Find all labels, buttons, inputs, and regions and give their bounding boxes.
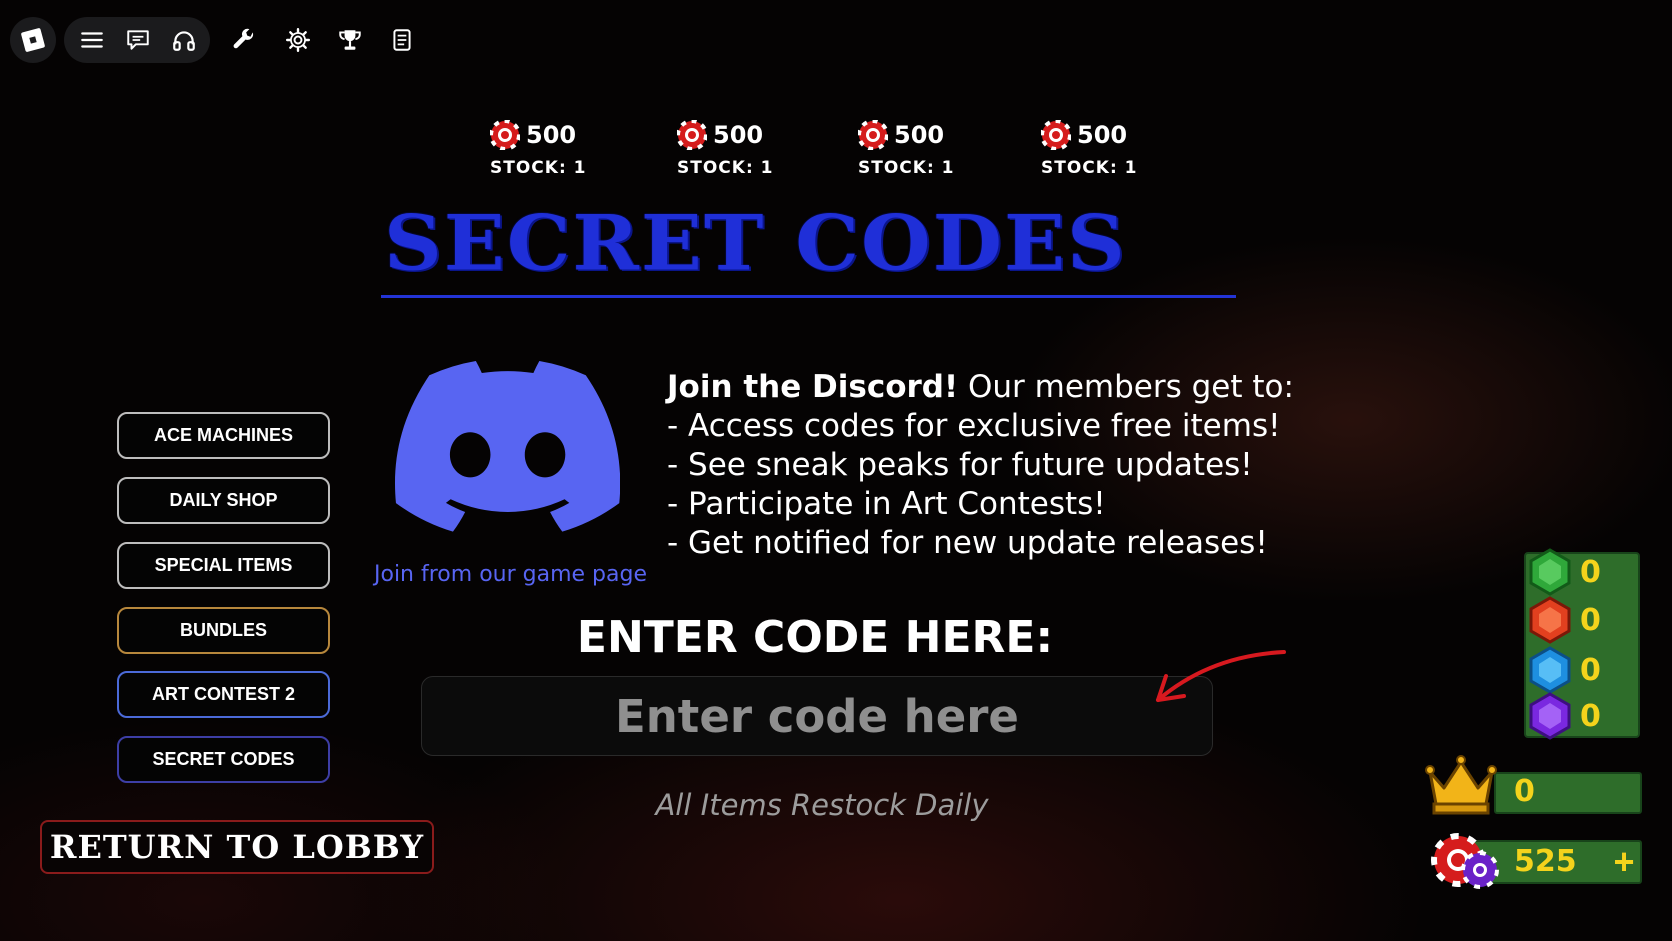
menu-button-special-items[interactable]: SPECIAL ITEMS <box>117 542 330 589</box>
green-gem-icon <box>1529 548 1571 596</box>
discord-headline-bold: Join the Discord! <box>667 369 959 405</box>
discord-logo-icon[interactable] <box>395 360 620 532</box>
menu-button-art-contest-2[interactable]: ART CONTEST 2 <box>117 671 330 718</box>
scroll-icon[interactable] <box>386 24 418 56</box>
blue-gem-icon <box>1529 646 1571 694</box>
gear-icon[interactable] <box>282 24 314 56</box>
code-input[interactable] <box>422 676 1212 756</box>
reward-stock: STOCK: 1 <box>677 158 774 178</box>
trophy-icon[interactable] <box>334 24 366 56</box>
reward-item[interactable]: 500 STOCK: 1 <box>858 120 978 178</box>
headphones-icon[interactable] <box>168 24 200 56</box>
wrench-icon[interactable] <box>228 24 260 56</box>
roblox-logo-icon <box>20 27 46 53</box>
casino-chips-icon <box>1431 833 1499 889</box>
discord-perk: - Participate in Art Contests! <box>667 486 1106 522</box>
roblox-menu-button[interactable] <box>10 17 56 63</box>
reward-item[interactable]: 500 STOCK: 1 <box>490 120 610 178</box>
menu-icon[interactable] <box>76 24 108 56</box>
discord-perk: - See sneak peaks for future updates! <box>667 447 1253 483</box>
gem-count: 0 <box>1580 652 1601 688</box>
gem-count: 0 <box>1580 602 1601 638</box>
menu-button-ace-machines[interactable]: ACE MACHINES <box>117 412 330 459</box>
add-chips-button[interactable]: + <box>1608 841 1640 882</box>
gem-count: 0 <box>1580 554 1601 590</box>
crown-icon <box>1425 755 1497 815</box>
page-title: SECRET CODES <box>384 198 1127 288</box>
gem-counter-purple: 0 <box>1524 692 1644 740</box>
casino-chip-icon <box>677 120 707 150</box>
casino-chip-icon <box>490 120 520 150</box>
reward-amount: 500 <box>526 121 577 149</box>
title-divider <box>381 295 1236 298</box>
menu-button-daily-shop[interactable]: DAILY SHOP <box>117 477 330 524</box>
red-gem-icon <box>1529 596 1571 644</box>
return-to-lobby-button[interactable]: RETURN TO LOBBY <box>40 820 434 874</box>
menu-button-secret-codes[interactable]: SECRET CODES <box>117 736 330 783</box>
enter-code-label: ENTER CODE HERE: <box>576 612 1054 663</box>
discord-perk: - Access codes for exclusive free items! <box>667 408 1281 444</box>
casino-chip-icon <box>1041 120 1071 150</box>
reward-stock: STOCK: 1 <box>858 158 955 178</box>
chat-icon[interactable] <box>122 24 154 56</box>
code-input-box[interactable] <box>421 676 1213 756</box>
gem-counter-green: 0 <box>1524 548 1644 596</box>
crown-count: 0 <box>1514 774 1535 809</box>
gem-counter-blue: 0 <box>1524 646 1644 694</box>
reward-amount: 500 <box>1077 121 1128 149</box>
reward-amount: 500 <box>713 121 764 149</box>
chip-count: 525 <box>1514 844 1577 879</box>
reward-stock: STOCK: 1 <box>1041 158 1138 178</box>
reward-amount: 500 <box>894 121 945 149</box>
discord-perks: Join the Discord! Our members get to: - … <box>667 368 1294 563</box>
reward-stock: STOCK: 1 <box>490 158 587 178</box>
discord-headline-rest: Our members get to: <box>958 369 1294 405</box>
restock-note: All Items Restock Daily <box>655 788 989 822</box>
discord-perk: - Get notified for new update releases! <box>667 525 1268 561</box>
discord-headline: Join the Discord! Our members get to: <box>667 368 1294 407</box>
reward-item[interactable]: 500 STOCK: 1 <box>677 120 797 178</box>
gem-count: 0 <box>1580 698 1601 734</box>
purple-gem-icon <box>1529 692 1571 740</box>
reward-item[interactable]: 500 STOCK: 1 <box>1041 120 1161 178</box>
red-arrow-icon <box>1156 650 1286 702</box>
casino-chip-icon <box>858 120 888 150</box>
gem-counter-red: 0 <box>1524 596 1644 644</box>
discord-join-link[interactable]: Join from our game page <box>374 562 647 587</box>
